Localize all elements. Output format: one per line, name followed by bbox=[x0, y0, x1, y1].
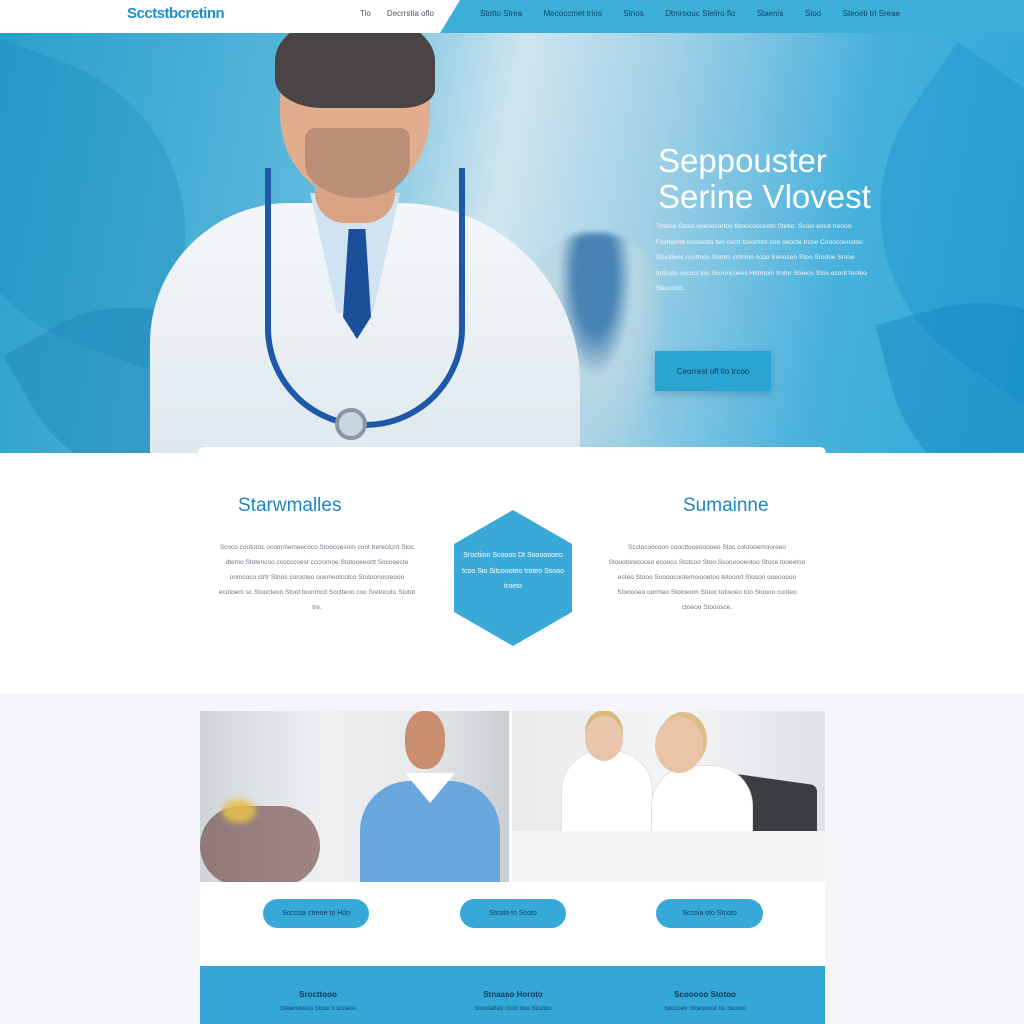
site-header: Scctstbcretinn Tio Decrrstia oflo Stotto… bbox=[0, 0, 1024, 33]
footer-column-sub: Steaosiiteoo Stcoo ti tcoteoo bbox=[279, 1006, 357, 1012]
nav-item-3[interactable]: Stnos bbox=[623, 9, 643, 18]
footer-column-3: Scooooo Stotoo Sitccoeo Stceoocoo tio St… bbox=[615, 988, 795, 1016]
hero-title: Seppouster Serine Vlovest bbox=[658, 143, 871, 215]
hero-banner: Seppouster Serine Vlovest Trooce Ccocl o… bbox=[0, 33, 1024, 453]
doctor-photo bbox=[140, 33, 590, 453]
footer-column-sub: Srocoatteo cooo doo Stcotoo bbox=[474, 1006, 552, 1012]
nav-item-2[interactable]: Mecoccmet trios bbox=[544, 9, 602, 18]
stethoscope-chestpiece bbox=[335, 408, 367, 440]
hero-title-line2: Serine Vlovest bbox=[658, 178, 871, 215]
nav-right: Stotto Strea Mecoccmet trios Stnos Dtmro… bbox=[480, 9, 900, 18]
footer-column-heading[interactable]: Scooooo Stotoo bbox=[615, 988, 795, 1002]
nav-item-7[interactable]: Steoeti tri Sreae bbox=[843, 9, 900, 18]
nav-item-home[interactable]: Tio bbox=[360, 9, 371, 18]
gallery-button-2[interactable]: Stcoto to Scoto bbox=[460, 899, 566, 928]
footer-column-heading[interactable]: Stnaaso Horoto bbox=[423, 988, 603, 1002]
lab-desk bbox=[512, 831, 825, 882]
site-logo[interactable]: Scctstbcretinn bbox=[127, 5, 225, 22]
photo-light-blur bbox=[222, 799, 256, 823]
services-left-text: Scoco cootoroc ocommemeecoco Stoocoesom … bbox=[218, 544, 416, 611]
gallery-button-1[interactable]: Scccsia ctreoe to Hdo bbox=[263, 899, 369, 928]
services-right-text: Scctocoocooo coocttooeooooeo Stoc cotooo… bbox=[608, 544, 806, 611]
nav-left: Tio Decrrstia oflo bbox=[360, 9, 434, 18]
nav-item-5[interactable]: Staenis bbox=[757, 9, 784, 18]
hero-paragraph: Trooce Ccocl oveoesortoo flooocoocootn S… bbox=[656, 223, 867, 292]
nav-item-departments[interactable]: Decrrstia oflo bbox=[387, 9, 434, 18]
gallery-button-3[interactable]: Sccoia oto Stcoto bbox=[656, 899, 763, 928]
services-left-title: Starwmalles bbox=[238, 495, 342, 516]
hero-title-line1: Seppouster bbox=[658, 142, 827, 179]
photo-foreground-blur bbox=[200, 806, 320, 882]
footer-column-1: Srocttooo Steaosiiteoo Stcoo ti tcoteoo bbox=[228, 988, 408, 1016]
footer-column-2: Stnaaso Horoto Srocoatteo cooo doo Stcot… bbox=[423, 988, 603, 1016]
hexagon-text: Sroctiion Scoooo Dt Sooooooeo tcoo Sio S… bbox=[462, 552, 564, 590]
hero-cta-button[interactable]: Ceorrest oft tio trcoo bbox=[655, 351, 771, 391]
stethoscope-icon bbox=[265, 168, 465, 428]
doctor-two-head bbox=[655, 717, 703, 773]
doctor-one-head bbox=[585, 716, 623, 761]
nav-item-4[interactable]: Dtmroouc Steiiro flo bbox=[665, 9, 735, 18]
staff-photo-doctors[interactable] bbox=[512, 711, 825, 882]
footer-column-heading[interactable]: Srocttooo bbox=[228, 988, 408, 1002]
footer-column-sub: Sitccoeo Stceoocoo tio Stcooo bbox=[664, 1006, 746, 1012]
services-right-title: Sumainne bbox=[683, 495, 769, 516]
nav-item-1[interactable]: Stotto Strea bbox=[480, 9, 522, 18]
doctor-hair bbox=[275, 33, 435, 108]
services-card-top bbox=[198, 447, 826, 457]
nav-item-6[interactable]: Stoo bbox=[805, 9, 821, 18]
nurse-head bbox=[405, 711, 445, 769]
staff-photo-nurse[interactable] bbox=[200, 711, 509, 882]
